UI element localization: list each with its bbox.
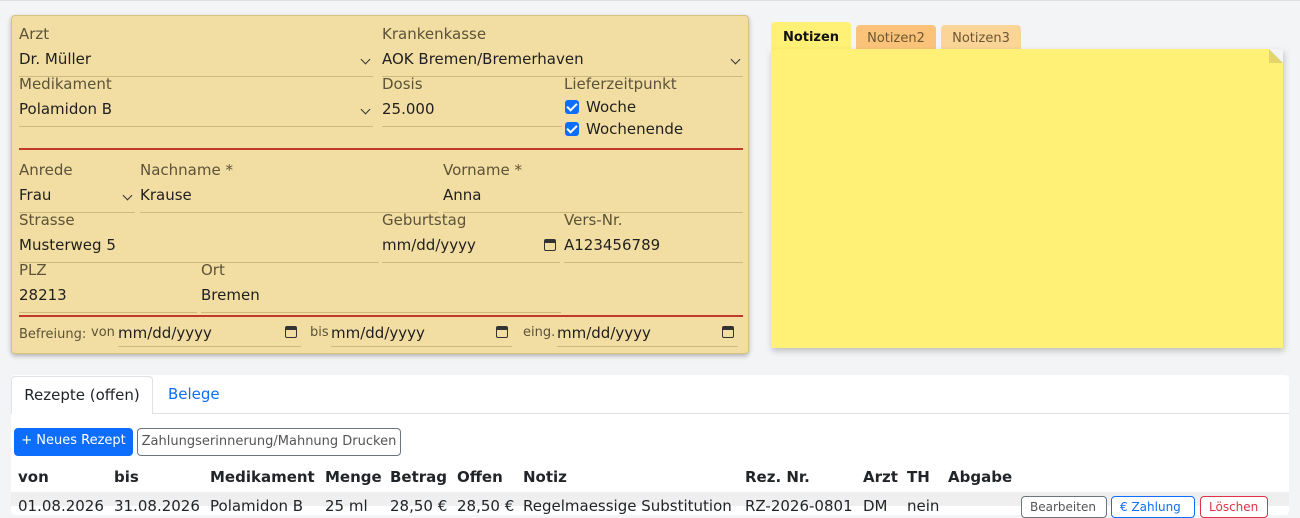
tab-notizen3[interactable]: Notizen3: [941, 25, 1021, 52]
versnr-label: Vers-Nr.: [564, 211, 623, 229]
chevron-down-icon: [360, 54, 371, 65]
chevron-down-icon: [360, 104, 371, 115]
calendar-icon[interactable]: [285, 326, 297, 338]
tab-notizen[interactable]: Notizen: [771, 22, 851, 52]
column-header-abgabe[interactable]: Abgabe: [948, 468, 1012, 486]
dosis-field[interactable]: Dosis 25.000: [382, 75, 562, 128]
versnr-value: A123456789: [564, 236, 661, 254]
section-divider: [19, 148, 743, 150]
nachname-label: Nachname *: [140, 161, 233, 179]
dosis-value: 25.000: [382, 100, 435, 118]
cell-reznr: RZ-2026-0801: [745, 497, 853, 515]
edit-button[interactable]: Bearbeiten: [1021, 496, 1107, 518]
anrede-label: Anrede: [19, 161, 73, 179]
page-fold-icon: [1269, 49, 1283, 63]
column-header-notiz[interactable]: Notiz: [523, 468, 567, 486]
befreiung-label: Befreiung:: [19, 327, 87, 342]
befreiung-eing-placeholder: mm/dd/yyyy: [557, 324, 651, 342]
medikament-label: Medikament: [19, 75, 112, 93]
column-header-th[interactable]: TH: [907, 468, 930, 486]
tab-notizen2[interactable]: Notizen2: [856, 25, 936, 52]
anrede-select[interactable]: Anrede Frau: [19, 161, 135, 214]
cell-von: 01.08.2026: [18, 497, 104, 515]
tab-rezepte-offen[interactable]: Rezepte (offen): [11, 376, 153, 414]
plz-label: PLZ: [19, 261, 47, 279]
patient-card: Arzt Dr. Müller Krankenkasse AOK Bremen/…: [11, 15, 749, 354]
befreiung-bis-label: bis: [310, 325, 329, 340]
befreiung-von-placeholder: mm/dd/yyyy: [118, 324, 212, 342]
delete-button[interactable]: Löschen: [1200, 496, 1268, 518]
cell-arzt: DM: [863, 497, 888, 515]
checkbox-checked-icon: [565, 122, 579, 136]
checkbox-checked-icon: [565, 100, 579, 114]
geburtstag-placeholder: mm/dd/yyyy: [382, 236, 476, 254]
dosis-label: Dosis: [382, 75, 423, 93]
cell-bis: 31.08.2026: [114, 497, 200, 515]
top-divider: [0, 0, 1300, 1]
column-header-betrag[interactable]: Betrag: [390, 468, 447, 486]
befreiung-bis-placeholder: mm/dd/yyyy: [331, 324, 425, 342]
column-header-bis[interactable]: bis: [114, 468, 139, 486]
arzt-select[interactable]: Arzt Dr. Müller: [19, 25, 373, 78]
tabs-divider: [11, 413, 1289, 414]
nachname-field[interactable]: Nachname * Krause: [140, 161, 438, 214]
lieferzeitpunkt-label: Lieferzeitpunkt: [564, 75, 677, 93]
ort-value: Bremen: [201, 286, 260, 304]
strasse-field[interactable]: Strasse Musterweg 5: [19, 211, 379, 264]
ort-label: Ort: [201, 261, 225, 279]
woche-label: Woche: [586, 98, 637, 116]
medikament-value: Polamidon B: [19, 100, 113, 118]
calendar-icon[interactable]: [722, 326, 734, 338]
payment-button[interactable]: € Zahlung: [1111, 496, 1195, 518]
column-header-von[interactable]: von: [18, 468, 49, 486]
section-divider: [19, 315, 743, 317]
notes-textarea[interactable]: [771, 49, 1283, 348]
strasse-label: Strasse: [19, 211, 75, 229]
befreiung-eing-input[interactable]: mm/dd/yyyy: [557, 321, 738, 347]
befreiung-bis-input[interactable]: mm/dd/yyyy: [331, 321, 512, 347]
column-header-reznr[interactable]: Rez. Nr.: [745, 468, 810, 486]
krankenkasse-label: Krankenkasse: [382, 25, 487, 43]
print-reminder-button[interactable]: Zahlungserinnerung/Mahnung Drucken: [137, 428, 401, 456]
column-header-arzt[interactable]: Arzt: [863, 468, 898, 486]
nachname-value: Krause: [140, 186, 192, 204]
column-header-medikament[interactable]: Medikament: [210, 468, 315, 486]
wochenende-label: Wochenende: [586, 120, 684, 138]
arzt-value: Dr. Müller: [19, 50, 92, 68]
cell-menge: 25 ml: [325, 497, 368, 515]
versnr-field[interactable]: Vers-Nr. A123456789: [564, 211, 743, 264]
anrede-value: Frau: [19, 186, 52, 204]
chevron-down-icon: [730, 54, 741, 65]
befreiung-von-input[interactable]: mm/dd/yyyy: [118, 321, 301, 347]
column-header-menge[interactable]: Menge: [325, 468, 382, 486]
befreiung-von-label: von: [91, 325, 115, 340]
column-header-offen[interactable]: Offen: [457, 468, 503, 486]
cell-offen: 28,50 €: [457, 497, 515, 515]
krankenkasse-value: AOK Bremen/Bremerhaven: [382, 50, 584, 68]
befreiung-eing-label: eing.: [523, 325, 556, 340]
arzt-label: Arzt: [19, 25, 50, 43]
cell-notiz: Regelmaessige Substitution: [523, 497, 732, 515]
medikament-select[interactable]: Medikament Polamidon B: [19, 75, 373, 128]
cell-medikament: Polamidon B: [210, 497, 304, 515]
plz-field[interactable]: PLZ 28213: [19, 261, 197, 314]
vorname-value: Anna: [443, 186, 482, 204]
calendar-icon[interactable]: [496, 326, 508, 338]
calendar-icon[interactable]: [544, 239, 556, 251]
geburtstag-field[interactable]: Geburtstag mm/dd/yyyy: [382, 211, 560, 264]
plz-value: 28213: [19, 286, 67, 304]
strasse-value: Musterweg 5: [19, 236, 116, 254]
cell-betrag: 28,50 €: [390, 497, 448, 515]
chevron-down-icon: [122, 190, 133, 201]
wochenende-checkbox[interactable]: Wochenende: [565, 120, 683, 138]
geburtstag-label: Geburtstag: [382, 211, 467, 229]
cell-th: nein: [907, 497, 940, 515]
krankenkasse-select[interactable]: Krankenkasse AOK Bremen/Bremerhaven: [382, 25, 743, 78]
vorname-label: Vorname *: [443, 161, 522, 179]
vorname-field[interactable]: Vorname * Anna: [443, 161, 743, 214]
ort-field[interactable]: Ort Bremen: [201, 261, 561, 314]
tab-belege[interactable]: Belege: [168, 385, 220, 403]
woche-checkbox[interactable]: Woche: [565, 98, 636, 116]
new-recipe-button[interactable]: + Neues Rezept: [14, 428, 133, 456]
